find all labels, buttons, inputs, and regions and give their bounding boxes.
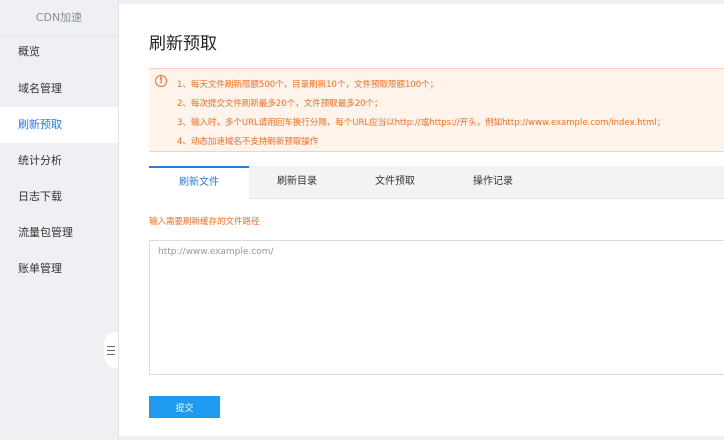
sidebar-item-traffic-package[interactable]: 流量包管理 [0,215,118,251]
main-content: 刷新预取 ! 1、每天文件刷新限额500个，目录刷新10个，文件预取限额100个… [119,4,724,436]
sidebar-item-label: 概览 [18,45,40,58]
notice-line: 4、动态加速域名不支持刷新预取操作 [177,137,319,147]
sidebar: CDN加速 概览 域名管理 刷新预取 统计分析 日志下载 流量包管理 账单管理 [0,0,119,440]
sidebar-item-label: 域名管理 [18,82,62,95]
sidebar-item-label: 账单管理 [18,262,62,275]
sidebar-collapse-button[interactable] [104,332,118,368]
notice-line: 2、每次提交文件刷新最多20个，文件预取最多20个； [177,99,383,109]
tab-refresh-file[interactable]: 刷新文件 [149,166,249,199]
tab-operation-log[interactable]: 操作记录 [445,166,541,198]
notice-line: 1、每天文件刷新限额500个，目录刷新10个，文件预取限额100个； [177,80,439,90]
sidebar-title: CDN加速 [0,0,118,37]
alert-circle-icon: ! [155,75,167,87]
submit-button[interactable]: 提交 [149,396,220,418]
sidebar-item-domain-management[interactable]: 域名管理 [0,71,118,107]
sidebar-item-overview[interactable]: 概览 [0,34,118,70]
sidebar-item-label: 统计分析 [18,154,62,167]
notice-line: 3、输入时，多个URL请用回车换行分隔，每个URL应当以http://或http… [177,118,666,128]
url-input[interactable] [149,240,724,375]
tab-file-prefetch[interactable]: 文件预取 [345,166,445,198]
menu-icon [107,345,115,355]
tab-refresh-directory[interactable]: 刷新目录 [249,166,345,198]
sidebar-item-label: 流量包管理 [18,226,73,239]
notice-box: ! 1、每天文件刷新限额500个，目录刷新10个，文件预取限额100个； 2、每… [149,68,724,152]
tab-bar: 刷新文件 刷新目录 文件预取 操作记录 [149,166,724,199]
sidebar-item-billing[interactable]: 账单管理 [0,251,118,287]
sidebar-item-statistics[interactable]: 统计分析 [0,143,118,179]
sidebar-item-label: 刷新预取 [18,118,62,131]
page-title: 刷新预取 [149,34,217,54]
input-hint: 输入需要刷新缓存的文件路径 [149,217,260,227]
sidebar-item-label: 日志下载 [18,190,62,203]
sidebar-item-log-download[interactable]: 日志下载 [0,179,118,215]
sidebar-item-refresh-prefetch[interactable]: 刷新预取 [0,107,118,143]
app-frame: CDN加速 概览 域名管理 刷新预取 统计分析 日志下载 流量包管理 账单管理 … [0,0,724,440]
